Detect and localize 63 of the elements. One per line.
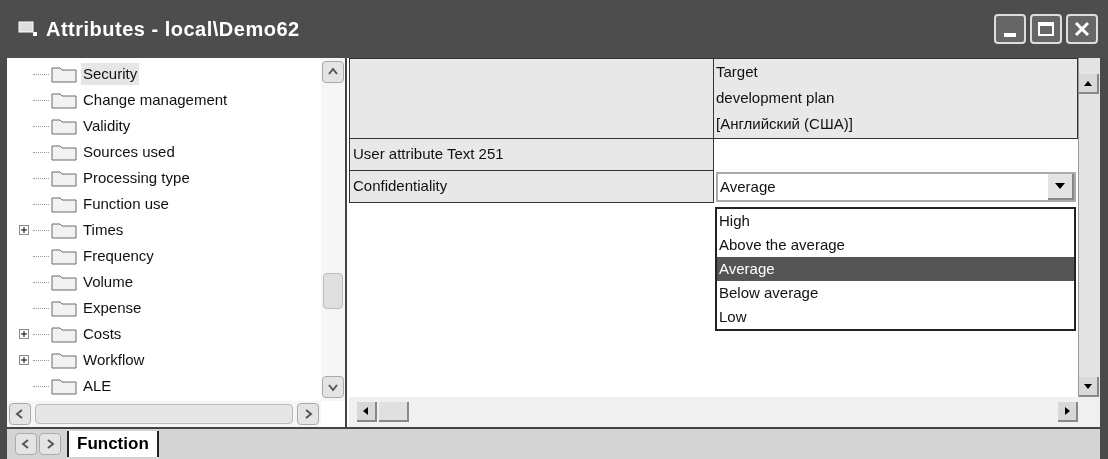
expand-toggle[interactable] [19, 329, 29, 339]
scroll-right-button[interactable] [297, 403, 319, 425]
folder-icon [51, 273, 77, 291]
sheet-tab[interactable]: Function [67, 431, 159, 457]
tree-item[interactable]: Expense [81, 296, 144, 320]
tree-item[interactable]: ALE [81, 374, 114, 398]
scroll-down-button[interactable] [322, 376, 344, 398]
dropdown-option[interactable]: Low [717, 305, 1074, 329]
attribute-name: User attribute Text 251 [349, 139, 714, 171]
tree-item[interactable]: Validity [81, 114, 133, 138]
folder-icon [51, 351, 77, 369]
tree-item[interactable]: Function use [81, 192, 171, 216]
tree-item[interactable]: Change management [81, 88, 230, 112]
folder-icon [51, 377, 77, 395]
dropdown-option[interactable]: Average [717, 257, 1074, 281]
tree-item[interactable]: Times [81, 218, 126, 242]
folder-icon [51, 299, 77, 317]
tree-item[interactable]: Workflow [81, 348, 147, 372]
folder-icon [51, 117, 77, 135]
tree-item[interactable]: Sources used [81, 140, 177, 164]
attribute-name: Confidentiality [349, 171, 714, 203]
vertical-scrollbar[interactable] [321, 58, 345, 401]
scroll-left-button[interactable] [9, 403, 31, 425]
tab-scroll-left-button[interactable] [15, 433, 37, 455]
folder-icon [51, 65, 77, 83]
scroll-left-button[interactable] [357, 402, 377, 422]
tree-item[interactable]: Volume [81, 270, 136, 294]
close-button[interactable] [1066, 14, 1098, 44]
folder-icon [51, 247, 77, 265]
dropdown-field[interactable]: Average [716, 172, 1076, 202]
dropdown-option[interactable]: Below average [717, 281, 1074, 305]
vertical-scrollbar[interactable] [1078, 58, 1100, 397]
window-icon [18, 21, 38, 37]
tab-scroll-right-button[interactable] [39, 433, 61, 455]
dropdown-option[interactable]: High [717, 209, 1074, 233]
column-header-text: Target [716, 62, 759, 82]
tree-item[interactable]: Security [81, 62, 140, 86]
scrollbar-thumb[interactable] [35, 404, 293, 424]
scroll-up-button[interactable] [322, 61, 344, 83]
scrollbar-thumb[interactable] [323, 273, 343, 309]
tree-item[interactable]: Processing type [81, 166, 192, 190]
column-header-text: development plan [716, 88, 836, 108]
folder-icon [51, 169, 77, 187]
column-header-text: [Английский (США)] [716, 114, 854, 134]
folder-icon [51, 91, 77, 109]
scroll-up-button[interactable] [1079, 74, 1099, 94]
dropdown-option[interactable]: Above the average [717, 233, 1074, 257]
minimize-button[interactable] [994, 14, 1026, 44]
scrollbar-thumb[interactable] [379, 402, 409, 422]
folder-icon [51, 221, 77, 239]
expand-toggle[interactable] [19, 355, 29, 365]
horizontal-scrollbar[interactable] [7, 401, 321, 427]
scroll-down-button[interactable] [1079, 377, 1099, 397]
folder-icon [51, 325, 77, 343]
folder-icon [51, 195, 77, 213]
close-icon [1073, 20, 1091, 38]
tree-item[interactable]: Costs [81, 322, 124, 346]
expand-toggle[interactable] [19, 225, 29, 235]
window-title: Attributes - local\Demo62 [46, 17, 300, 42]
tree-item[interactable]: Frequency [81, 244, 156, 268]
scroll-right-button[interactable] [1058, 402, 1078, 422]
maximize-button[interactable] [1030, 14, 1062, 44]
folder-icon [51, 143, 77, 161]
